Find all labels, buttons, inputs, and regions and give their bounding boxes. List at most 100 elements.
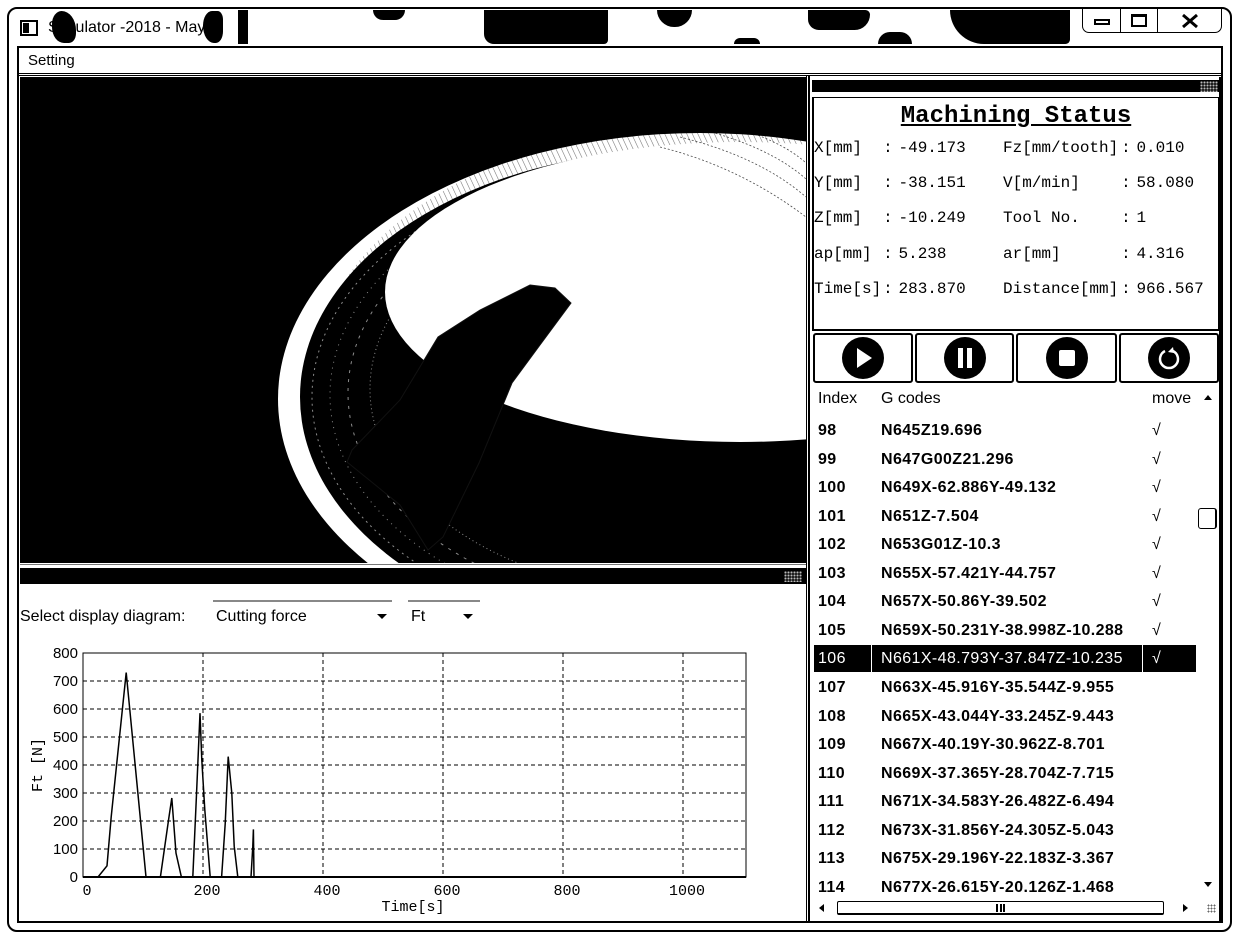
gcode-text: N657X-50.86Y-39.502 [881,593,1047,611]
horizontal-scroll-thumb[interactable] [837,901,1164,915]
menu-item-setting[interactable]: Setting [28,52,75,70]
gcode-list[interactable]: 98 N645Z19.696 √ 99 N647G00Z21.296 √ 100 N649X-… [814,417,1196,899]
status-label: Z[mm] [814,209,863,227]
gcode-row[interactable]: 103 N655X-57.421Y-44.757 √ [814,560,1196,587]
x-tick-label: 1000 [669,883,705,900]
titlebar-artifact [734,38,760,44]
y-tick-label: 800 [53,645,78,662]
gcode-row[interactable]: 110 N669X-37.365Y-28.704Z-7.715 [814,760,1196,787]
stop-button[interactable] [1016,333,1117,383]
gcode-row-selected[interactable]: 106 N661X-48.793Y-37.847Z-10.235 √ [814,645,1196,673]
status-field-tool: Tool No.:1 [1003,208,1146,228]
close-button[interactable] [1158,9,1221,32]
titlebar-artifact [238,10,248,44]
play-button[interactable] [813,333,913,383]
gcode-list-header: Index G codes move [814,388,1196,410]
y-tick-label: 200 [53,813,78,830]
status-field-ap: ap[mm]:5.238 [814,244,947,264]
machining-status-panel: Machining Status X[mm]: -49.173 Y[mm]: -38… [812,98,1220,331]
diagram-type-select[interactable]: Cutting force [213,600,392,626]
status-label: Tool No. [1003,209,1080,227]
force-component-select[interactable]: Ft [408,600,480,626]
gcode-move-flag [1143,703,1196,730]
gcode-move-flag [1143,760,1196,787]
gcode-row[interactable]: 112 N673X-31.856Y-24.305Z-5.043 [814,817,1196,844]
pause-button[interactable] [915,333,1014,383]
gcode-move-flag: √ [1152,450,1162,468]
pin-icon[interactable] [1200,81,1218,92]
status-field-distance: Distance[mm]:966.567 [1003,279,1204,299]
chevron-down-icon [377,614,387,619]
horizontal-scrollbar[interactable] [814,899,1219,917]
gcode-text: N677X-26.615Y-20.126Z-1.468 [881,878,1115,896]
3d-scene [20,77,806,563]
cutting-force-chart: 0 100 200 300 400 500 600 700 800 0 200 400 600 800 10… [30,645,747,916]
gcode-index: 98 [818,422,837,439]
gcode-index: 106 [814,645,872,673]
status-label: Y[mm] [814,174,863,192]
y-tick-label: 500 [53,729,78,746]
gcode-index: 108 [818,707,846,725]
gcode-row[interactable]: 100 N649X-62.886Y-49.132 √ [814,474,1196,501]
gcode-text: N669X-37.365Y-28.704Z-7.715 [881,764,1115,782]
vertical-scrollbar[interactable] [1197,388,1219,898]
gcode-move-flag: √ [1152,564,1162,582]
column-header-move[interactable]: move [1152,388,1191,410]
gcode-text: N655X-57.421Y-44.757 [881,564,1057,582]
status-panel-header[interactable] [812,80,1220,92]
vertical-splitter[interactable] [806,75,810,922]
gcode-row[interactable]: 99 N647G00Z21.296 √ [814,446,1196,473]
vertical-scroll-thumb[interactable] [1198,508,1217,529]
status-value: 5.238 [898,245,947,263]
minimize-button[interactable] [1083,9,1121,32]
scroll-left-icon[interactable] [819,904,824,912]
gcode-index: 107 [818,679,846,697]
gcode-move-flag: √ [1152,621,1162,639]
gcode-row[interactable]: 101 N651Z-7.504 √ [814,503,1196,530]
gcode-text: N665X-43.044Y-33.245Z-9.443 [881,707,1115,725]
x-tick-label: 200 [193,883,220,900]
titlebar-artifact [373,10,405,20]
gcode-row[interactable]: 105 N659X-50.231Y-38.998Z-10.288 √ [814,617,1196,644]
gcode-row[interactable]: 111 N671X-34.583Y-26.482Z-6.494 [814,788,1196,815]
menu-bar: Setting [18,47,1222,76]
scroll-right-icon[interactable] [1183,904,1188,912]
status-separator: : [1121,209,1131,227]
diagram-panel-header[interactable] [20,568,806,584]
status-separator: : [1121,174,1131,192]
gcode-row[interactable]: 107 N663X-45.916Y-35.544Z-9.955 [814,674,1196,701]
gcode-row[interactable]: 113 N675X-29.196Y-22.183Z-3.367 [814,845,1196,872]
pin-icon[interactable] [784,571,802,582]
gcode-row[interactable]: 104 N657X-50.86Y-39.502 √ [814,588,1196,615]
gcode-index: 99 [818,450,837,468]
stop-icon [1045,337,1088,379]
status-value: 966.567 [1136,280,1204,298]
status-label: Distance[mm] [1003,280,1119,298]
close-icon [1182,13,1198,29]
gcode-move-flag [1143,788,1196,815]
gcode-move-flag: √ [1152,422,1162,439]
gcode-index: 103 [818,564,846,582]
scroll-up-icon[interactable] [1204,395,1212,400]
reset-button[interactable] [1119,333,1219,383]
gcode-row[interactable]: 108 N665X-43.044Y-33.245Z-9.443 [814,703,1196,730]
column-header-index[interactable]: Index [818,388,857,410]
gcode-text: N649X-62.886Y-49.132 [881,479,1057,497]
pane-splitter[interactable] [20,564,806,565]
gcode-row[interactable]: 102 N653G01Z-10.3 √ [814,531,1196,558]
y-tick-label: 100 [53,841,78,858]
maximize-button[interactable] [1121,9,1158,32]
scroll-down-icon[interactable] [1204,882,1212,887]
resize-grip-icon[interactable] [1207,904,1216,913]
gcode-row[interactable]: 98 N645Z19.696 √ [814,417,1196,444]
y-tick-label: 300 [53,785,78,802]
status-separator: : [883,280,893,298]
column-header-gcodes[interactable]: G codes [881,388,941,410]
y-tick-label: 0 [70,869,78,886]
3d-viewport[interactable] [20,77,806,563]
gcode-index: 109 [818,736,846,754]
gcode-row[interactable]: 114 N677X-26.615Y-20.126Z-1.468 [814,874,1196,901]
status-field-y: Y[mm]: -38.151 [814,173,966,193]
y-tick-label: 700 [53,673,78,690]
gcode-row[interactable]: 109 N667X-40.19Y-30.962Z-8.701 [814,731,1196,758]
